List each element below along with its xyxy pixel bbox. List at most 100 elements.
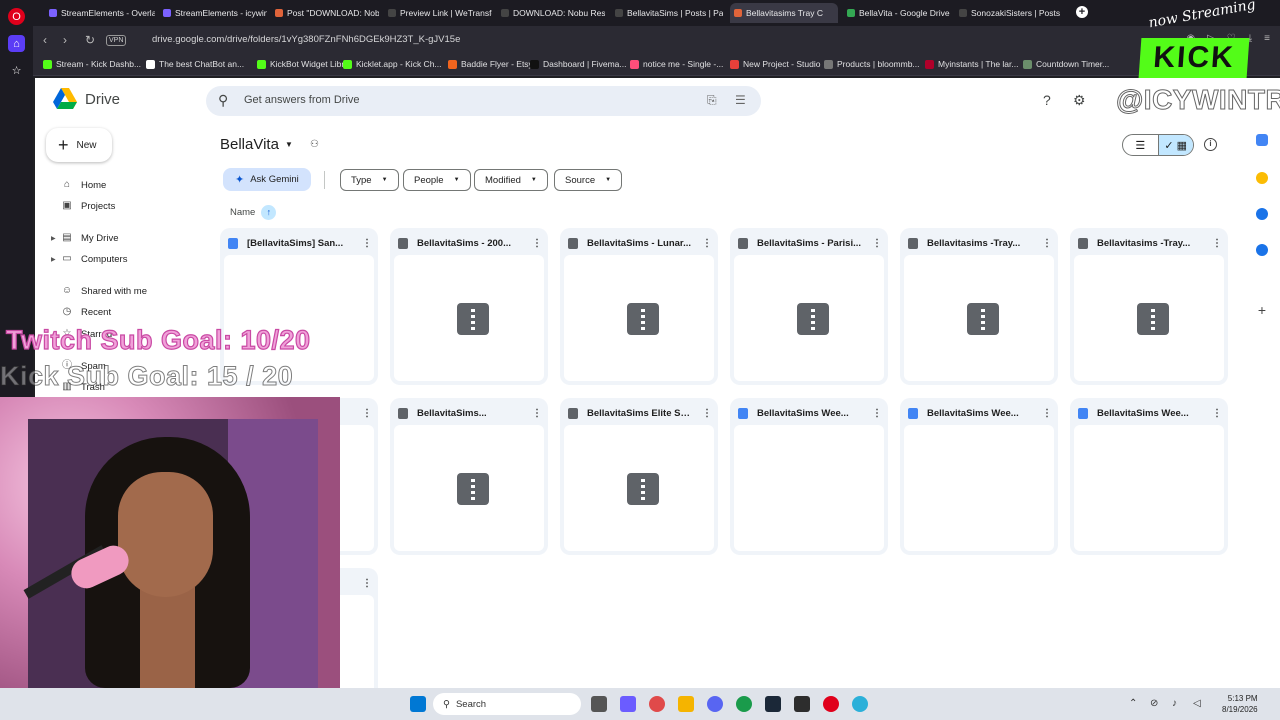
chrome-icon[interactable]: [736, 696, 752, 712]
file-card[interactable]: BellavitaSims - Parisi... ⋮: [730, 228, 888, 385]
arrow-up-icon[interactable]: ↑: [261, 205, 277, 220]
menu-icon[interactable]: ≡: [1264, 33, 1270, 44]
browser-tab[interactable]: StreamElements - Overlay: [45, 3, 155, 23]
sidebar-item-projects[interactable]: ▣ Projects: [61, 200, 115, 212]
more-options-icon[interactable]: ⋮: [362, 238, 372, 249]
ask-gemini-button[interactable]: ✦ Ask Gemini: [223, 168, 311, 191]
opera-icon[interactable]: [823, 696, 839, 712]
windows-start-icon[interactable]: [410, 696, 426, 712]
browser-tab[interactable]: BellaVita - Google Drive: [843, 3, 951, 23]
opera-logo-icon[interactable]: O: [8, 8, 25, 25]
bookmark-item[interactable]: Myinstants | The lar...: [925, 59, 1018, 69]
bookmark-item[interactable]: Baddie Flyer - Etsy: [448, 59, 533, 69]
speaker-icon[interactable]: ◁: [1193, 698, 1201, 709]
app-icon[interactable]: [649, 696, 665, 712]
sidebar-item-home[interactable]: ⌂ Home: [61, 179, 106, 191]
file-card[interactable]: BellavitaSims... ⋮: [390, 398, 548, 555]
folder-title[interactable]: BellaVita ▼: [220, 136, 293, 153]
file-card[interactable]: Bellavitasims -Tray... ⋮: [900, 228, 1058, 385]
list-view-icon[interactable]: ☰: [1123, 135, 1158, 155]
more-options-icon[interactable]: ⋮: [1212, 238, 1222, 249]
file-card[interactable]: BellavitaSims Wee... ⋮: [900, 398, 1058, 555]
bookmark-item[interactable]: The best ChatBot an...: [146, 59, 244, 69]
copilot-icon[interactable]: [620, 696, 636, 712]
bookmark-item[interactable]: Stream - Kick Dashb...: [43, 59, 141, 69]
bookmark-item[interactable]: KickBot Widget Libr...: [257, 59, 351, 69]
mic-icon[interactable]: ♪: [1172, 698, 1177, 709]
drive-brand[interactable]: Drive: [53, 88, 120, 110]
info-icon[interactable]: i: [1204, 138, 1217, 151]
shared-people-icon[interactable]: ⚇: [310, 139, 319, 150]
obs-icon[interactable]: [794, 696, 810, 712]
settings-gear-icon[interactable]: ⚙: [1073, 92, 1086, 109]
bookmark-item[interactable]: Kicklet.app - Kick Ch...: [343, 59, 442, 69]
bookmark-item[interactable]: Products | bloommb...: [824, 59, 920, 69]
task-view-icon[interactable]: [591, 696, 607, 712]
bookmark-star-icon[interactable]: ☆: [8, 62, 25, 79]
file-card[interactable]: BellavitaSims Wee... ⋮: [1070, 398, 1228, 555]
keep-icon[interactable]: [1256, 172, 1268, 184]
url-field[interactable]: drive.google.com/drive/folders/1vYg380FZ…: [152, 34, 460, 45]
more-options-icon[interactable]: ⋮: [702, 238, 712, 249]
browser-tab[interactable]: StreamElements - icywintr: [159, 3, 267, 23]
expand-caret-icon[interactable]: ▶: [51, 235, 56, 242]
calendar-icon[interactable]: [1256, 134, 1268, 146]
browser-tab[interactable]: SonozakiSisters | Posts | P: [955, 3, 1063, 23]
help-icon[interactable]: ?: [1043, 92, 1051, 108]
bookmark-item[interactable]: Dashboard | Fivema...: [530, 59, 626, 69]
more-options-icon[interactable]: ⋮: [1042, 238, 1052, 249]
filter-chip-source[interactable]: Source ▼: [554, 169, 623, 191]
sort-header[interactable]: Name ↑: [230, 205, 277, 220]
clock[interactable]: 5:13 PM 8/19/2026: [1222, 693, 1258, 715]
sidebar-item-my-drive[interactable]: ▤ My Drive: [61, 232, 118, 244]
vpn-badge[interactable]: VPN: [106, 35, 127, 46]
browser-tab[interactable]: Post "DOWNLOAD: Nobu: [271, 3, 379, 23]
browser-tab[interactable]: Preview Link | WeTransfer: [384, 3, 492, 23]
tasks-icon[interactable]: [1256, 208, 1268, 220]
bookmark-item[interactable]: notice me - Single -...: [630, 59, 723, 69]
browser-tab[interactable]: BellavitaSims | Posts | Patr: [611, 3, 723, 23]
more-options-icon[interactable]: ⋮: [362, 408, 372, 419]
new-button[interactable]: + New: [46, 128, 112, 162]
filter-chip-type[interactable]: Type ▼: [340, 169, 399, 191]
file-explorer-icon[interactable]: [678, 696, 694, 712]
sidebar-item-recent[interactable]: ◷ Recent: [61, 306, 111, 318]
expand-caret-icon[interactable]: ▶: [51, 256, 56, 263]
filter-settings-icon[interactable]: ☰: [735, 93, 746, 107]
browser-tab[interactable]: DOWNLOAD: Nobu Resta: [497, 3, 605, 23]
more-options-icon[interactable]: ⋮: [532, 238, 542, 249]
more-options-icon[interactable]: ⋮: [532, 408, 542, 419]
file-card[interactable]: BellavitaSims Elite Sk... ⋮: [560, 398, 718, 555]
file-card[interactable]: Bellavitasims -Tray... ⋮: [1070, 228, 1228, 385]
file-card[interactable]: BellavitaSims - 200... ⋮: [390, 228, 548, 385]
file-card[interactable]: BellavitaSims - Lunar... ⋮: [560, 228, 718, 385]
more-options-icon[interactable]: ⋮: [362, 578, 372, 589]
steam-icon[interactable]: [765, 696, 781, 712]
more-options-icon[interactable]: ⋮: [872, 408, 882, 419]
app-icon-2[interactable]: [852, 696, 868, 712]
bookmark-item[interactable]: New Project - Studio: [730, 59, 820, 69]
search-options-icon[interactable]: ⎘: [707, 93, 717, 108]
new-tab-button[interactable]: +: [1076, 6, 1088, 18]
file-card[interactable]: BellavitaSims Wee... ⋮: [730, 398, 888, 555]
bookmark-item[interactable]: Countdown Timer...: [1023, 59, 1109, 69]
search-bar[interactable]: ⚲ Get answers from Drive ⎘ ☰: [206, 86, 761, 116]
reload-icon[interactable]: ↻: [85, 33, 95, 47]
filter-chip-people[interactable]: People ▼: [403, 169, 471, 191]
view-toggle[interactable]: ☰ ✓ ▦: [1122, 134, 1194, 156]
grid-view-icon[interactable]: ✓ ▦: [1157, 135, 1193, 155]
add-addon-icon[interactable]: +: [1256, 303, 1268, 317]
contacts-icon[interactable]: [1256, 244, 1268, 256]
home-sidebar-icon[interactable]: ⌂: [8, 35, 25, 52]
sidebar-item-computers[interactable]: ▭ Computers: [61, 253, 127, 265]
more-options-icon[interactable]: ⋮: [702, 408, 712, 419]
back-icon[interactable]: ‹: [43, 33, 47, 47]
filter-chip-modified[interactable]: Modified ▼: [474, 169, 548, 191]
more-options-icon[interactable]: ⋮: [1042, 408, 1052, 419]
sidebar-item-shared[interactable]: ☺ Shared with me: [61, 285, 147, 297]
taskbar-search[interactable]: ⚲ Search: [433, 693, 581, 715]
discord-icon[interactable]: [707, 696, 723, 712]
more-options-icon[interactable]: ⋮: [1212, 408, 1222, 419]
tray-chevron-icon[interactable]: ⌃: [1129, 698, 1137, 709]
more-options-icon[interactable]: ⋮: [872, 238, 882, 249]
